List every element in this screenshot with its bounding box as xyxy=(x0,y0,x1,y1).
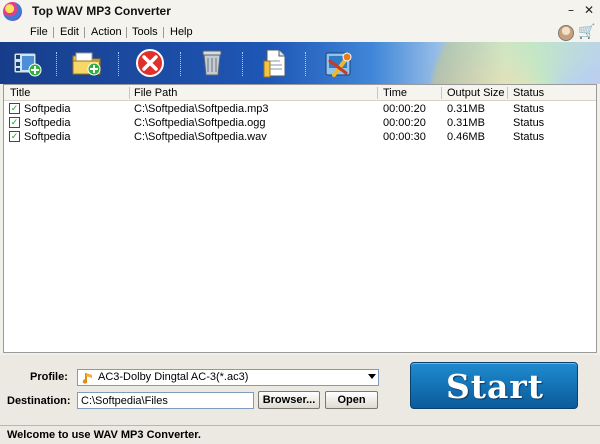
app-logo-icon xyxy=(3,2,22,21)
shopping-cart-icon[interactable]: 🛒 xyxy=(578,24,596,41)
row-path: C:\Softpedia\Softpedia.mp3 xyxy=(134,103,269,115)
column-file-path[interactable]: File Path xyxy=(134,87,177,99)
table-row[interactable]: ✓ Softpedia C:\Softpedia\Softpedia.ogg 0… xyxy=(4,116,596,130)
profile-label: Profile: xyxy=(30,371,68,383)
row-size: 0.31MB xyxy=(447,117,485,129)
profile-select[interactable]: AC3-Dolby Dingtal AC-3(*.ac3) xyxy=(77,369,379,386)
audio-format-icon xyxy=(82,373,92,384)
title-bar: Top WAV MP3 Converter – ✕ xyxy=(0,0,600,22)
menu-tools[interactable]: Tools xyxy=(132,26,158,38)
row-path: C:\Softpedia\Softpedia.ogg xyxy=(134,117,266,129)
table-row[interactable]: ✓ Softpedia C:\Softpedia\Softpedia.wav 0… xyxy=(4,130,596,144)
column-status[interactable]: Status xyxy=(513,87,544,99)
list-header: Title File Path Time Output Size Status xyxy=(4,85,596,101)
toolbar-divider xyxy=(118,52,119,76)
status-bar: Welcome to use WAV MP3 Converter. xyxy=(0,425,600,444)
row-time: 00:00:20 xyxy=(383,117,426,129)
clear-all-button[interactable] xyxy=(195,47,229,79)
toolbar-divider xyxy=(56,52,57,76)
row-title: Softpedia xyxy=(24,103,71,115)
column-time[interactable]: Time xyxy=(383,87,407,99)
toolbar-divider xyxy=(180,52,181,76)
tools-icon xyxy=(325,52,352,77)
chevron-down-icon[interactable] xyxy=(368,374,376,379)
column-divider[interactable] xyxy=(377,87,378,99)
window-title: Top WAV MP3 Converter xyxy=(32,4,171,18)
menu-file[interactable]: File xyxy=(30,26,48,38)
column-output-size[interactable]: Output Size xyxy=(447,87,504,99)
toolbar-divider xyxy=(305,52,306,76)
row-size: 0.31MB xyxy=(447,103,485,115)
row-size: 0.46MB xyxy=(447,131,485,143)
start-button[interactable]: Start xyxy=(410,362,578,409)
row-title: Softpedia xyxy=(24,131,71,143)
menu-bar: File Edit Action Tools Help xyxy=(0,22,600,42)
close-icon[interactable]: ✕ xyxy=(582,3,596,17)
menu-divider xyxy=(126,27,127,38)
toolbar xyxy=(0,42,600,84)
row-status: Status xyxy=(513,117,545,129)
settings-button[interactable] xyxy=(322,47,356,79)
trash-icon xyxy=(202,50,222,76)
row-time: 00:00:30 xyxy=(383,131,426,143)
menu-edit[interactable]: Edit xyxy=(60,26,79,38)
row-status: Status xyxy=(513,103,545,115)
row-checkbox[interactable]: ✓ xyxy=(9,103,20,114)
row-time: 00:00:20 xyxy=(383,103,426,115)
start-label: Start xyxy=(445,367,545,406)
browse-button[interactable]: Browser... xyxy=(258,391,320,409)
column-title[interactable]: Title xyxy=(10,87,30,99)
add-file-button[interactable] xyxy=(10,47,44,79)
row-title: Softpedia xyxy=(24,117,71,129)
menu-action[interactable]: Action xyxy=(91,26,122,38)
row-path: C:\Softpedia\Softpedia.wav xyxy=(134,131,267,143)
column-divider[interactable] xyxy=(441,87,442,99)
table-row[interactable]: ✓ Softpedia C:\Softpedia\Softpedia.mp3 0… xyxy=(4,102,596,116)
add-video-icon xyxy=(13,52,42,77)
menu-help[interactable]: Help xyxy=(170,26,193,38)
document-icon xyxy=(263,49,286,78)
profile-value: AC3-Dolby Dingtal AC-3(*.ac3) xyxy=(98,371,249,383)
open-button[interactable]: Open xyxy=(325,391,378,409)
add-folder-button[interactable] xyxy=(70,47,104,79)
destination-input[interactable] xyxy=(77,392,254,409)
file-list[interactable]: Title File Path Time Output Size Status … xyxy=(3,84,597,353)
menu-divider xyxy=(84,27,85,38)
remove-button[interactable] xyxy=(133,47,167,79)
row-checkbox[interactable]: ✓ xyxy=(9,131,20,142)
status-message: Welcome to use WAV MP3 Converter. xyxy=(7,429,201,441)
minimize-icon[interactable]: – xyxy=(564,3,578,17)
row-checkbox[interactable]: ✓ xyxy=(9,117,20,128)
app-window: Top WAV MP3 Converter – ✕ File Edit Acti… xyxy=(0,0,600,444)
menu-divider xyxy=(163,27,164,38)
destination-label: Destination: xyxy=(7,395,71,407)
column-divider[interactable] xyxy=(129,87,130,99)
column-divider[interactable] xyxy=(507,87,508,99)
add-folder-icon xyxy=(72,52,101,76)
decorative-rainbow xyxy=(430,42,600,84)
support-avatar-icon[interactable] xyxy=(558,25,574,41)
menu-divider xyxy=(53,27,54,38)
toolbar-divider xyxy=(242,52,243,76)
row-status: Status xyxy=(513,131,545,143)
output-settings-button[interactable] xyxy=(258,47,292,79)
remove-icon xyxy=(136,49,164,77)
